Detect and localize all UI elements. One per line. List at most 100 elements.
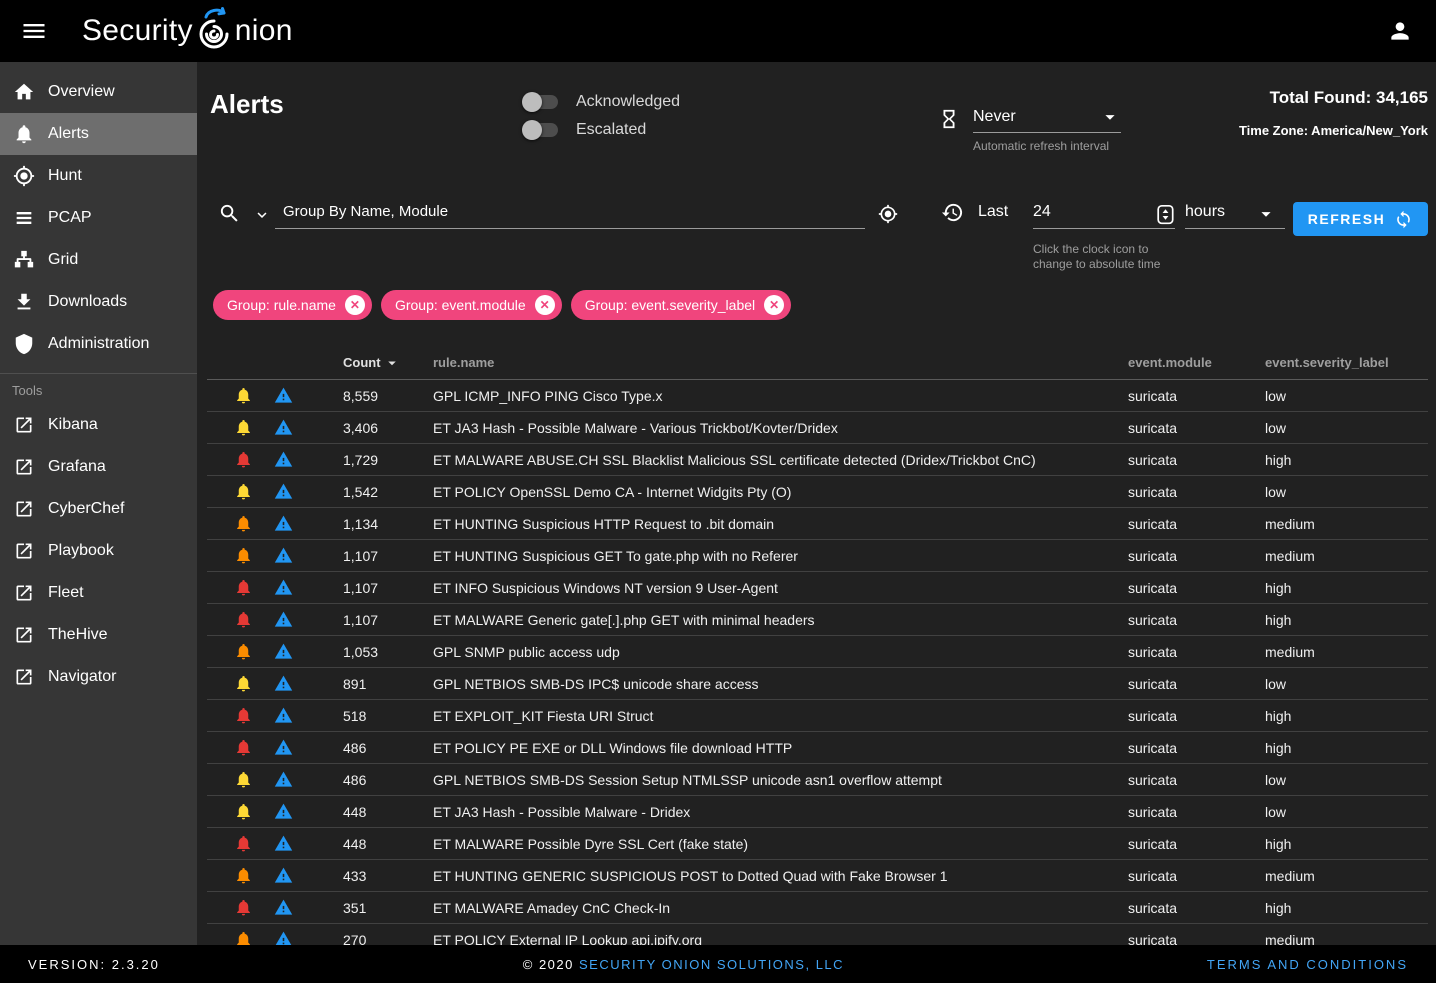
alert-info-icon[interactable] xyxy=(274,866,293,885)
sidebar-item-grid[interactable]: Grid xyxy=(0,239,197,281)
severity-bell-icon[interactable] xyxy=(234,546,253,565)
severity-bell-icon[interactable] xyxy=(234,770,253,789)
refresh-interval-select[interactable]: Never xyxy=(973,106,1121,133)
time-unit-arrow-icon[interactable] xyxy=(1255,203,1277,225)
alert-info-icon[interactable] xyxy=(274,706,293,725)
alert-info-icon[interactable] xyxy=(274,450,293,469)
table-row[interactable]: 433 ET HUNTING GENERIC SUSPICIOUS POST t… xyxy=(207,860,1428,892)
severity-bell-icon[interactable] xyxy=(234,450,253,469)
alert-info-icon[interactable] xyxy=(274,514,293,533)
alert-info-icon[interactable] xyxy=(274,738,293,757)
alert-info-icon[interactable] xyxy=(274,834,293,853)
severity-bell-icon[interactable] xyxy=(234,386,253,405)
severity-bell-icon[interactable] xyxy=(234,930,253,945)
sidebar-tool-playbook[interactable]: Playbook xyxy=(0,530,197,572)
alert-info-icon[interactable] xyxy=(274,802,293,821)
table-row[interactable]: 518 ET EXPLOIT_KIT Fiesta URI Struct sur… xyxy=(207,700,1428,732)
table-row[interactable]: 3,406 ET JA3 Hash - Possible Malware - V… xyxy=(207,412,1428,444)
sidebar-tool-cyberchef[interactable]: CyberChef xyxy=(0,488,197,530)
table-row[interactable]: 270 ET POLICY External IP Lookup api.ipi… xyxy=(207,924,1428,945)
alert-info-icon[interactable] xyxy=(274,642,293,661)
severity-bell-icon[interactable] xyxy=(234,642,253,661)
column-header-count[interactable]: Count xyxy=(343,354,433,372)
severity-bell-icon[interactable] xyxy=(234,578,253,597)
severity-bell-icon[interactable] xyxy=(234,418,253,437)
alert-info-icon[interactable] xyxy=(274,482,293,501)
time-history-icon[interactable] xyxy=(941,201,964,224)
column-header-event-module[interactable]: event.module xyxy=(1128,355,1265,370)
account-button[interactable] xyxy=(1380,11,1420,51)
sidebar-tool-grafana[interactable]: Grafana xyxy=(0,446,197,488)
table-row[interactable]: 486 GPL NETBIOS SMB-DS Session Setup NTM… xyxy=(207,764,1428,796)
sidebar-item-administration[interactable]: Administration xyxy=(0,323,197,365)
acknowledged-toggle[interactable]: Acknowledged xyxy=(522,88,680,116)
group-chip[interactable]: Group: event.severity_label xyxy=(571,290,791,320)
table-row[interactable]: 448 ET MALWARE Possible Dyre SSL Cert (f… xyxy=(207,828,1428,860)
query-target-icon[interactable] xyxy=(878,204,898,224)
alert-info-icon[interactable] xyxy=(274,546,293,565)
search-input[interactable]: Group By Name, Module xyxy=(283,203,448,220)
severity-bell-icon[interactable] xyxy=(234,834,253,853)
menu-button[interactable] xyxy=(13,10,55,52)
alert-info-icon[interactable] xyxy=(274,578,293,597)
sidebar-tool-fleet[interactable]: Fleet xyxy=(0,572,197,614)
sidebar-item-hunt[interactable]: Hunt xyxy=(0,155,197,197)
severity-bell-icon[interactable] xyxy=(234,706,253,725)
table-row[interactable]: 1,053 GPL SNMP public access udp suricat… xyxy=(207,636,1428,668)
sidebar-item-pcap[interactable]: PCAP xyxy=(0,197,197,239)
time-stepper-icon[interactable] xyxy=(1157,204,1174,225)
alert-info-icon[interactable] xyxy=(274,930,293,945)
copyright-link[interactable]: SECURITY ONION SOLUTIONS, LLC xyxy=(579,957,844,972)
escalated-toggle[interactable]: Escalated xyxy=(522,116,680,144)
time-range-input[interactable]: 24 xyxy=(1033,203,1051,221)
table-row[interactable]: 1,134 ET HUNTING Suspicious HTTP Request… xyxy=(207,508,1428,540)
table-row[interactable]: 891 GPL NETBIOS SMB-DS IPC$ unicode shar… xyxy=(207,668,1428,700)
table-row[interactable]: 1,107 ET INFO Suspicious Windows NT vers… xyxy=(207,572,1428,604)
severity-bell-icon[interactable] xyxy=(234,802,253,821)
query-history-dropdown-icon[interactable] xyxy=(253,206,271,224)
toggle-switch-icon[interactable] xyxy=(522,120,559,140)
open-in-new-icon xyxy=(12,665,36,689)
alert-info-icon[interactable] xyxy=(274,770,293,789)
toggle-switch-icon[interactable] xyxy=(522,92,559,112)
table-row[interactable]: 1,107 ET HUNTING Suspicious GET To gate.… xyxy=(207,540,1428,572)
severity-bell-icon[interactable] xyxy=(234,610,253,629)
terms-link[interactable]: TERMS AND CONDITIONS xyxy=(1207,957,1408,972)
sidebar-item-alerts[interactable]: Alerts xyxy=(0,113,197,155)
severity-bell-icon[interactable] xyxy=(234,674,253,693)
alert-info-icon[interactable] xyxy=(274,674,293,693)
sidebar-tool-kibana[interactable]: Kibana xyxy=(0,404,197,446)
cell-severity: medium xyxy=(1265,868,1428,884)
chip-remove-icon[interactable] xyxy=(535,295,555,315)
table-row[interactable]: 448 ET JA3 Hash - Possible Malware - Dri… xyxy=(207,796,1428,828)
table-row[interactable]: 1,542 ET POLICY OpenSSL Demo CA - Intern… xyxy=(207,476,1428,508)
sidebar-tool-navigator[interactable]: Navigator xyxy=(0,656,197,698)
sidebar-item-overview[interactable]: Overview xyxy=(0,71,197,113)
group-chip[interactable]: Group: event.module xyxy=(381,290,562,320)
severity-bell-icon[interactable] xyxy=(234,482,253,501)
severity-bell-icon[interactable] xyxy=(234,514,253,533)
table-row[interactable]: 1,107 ET MALWARE Generic gate[.].php GET… xyxy=(207,604,1428,636)
sidebar-item-downloads[interactable]: Downloads xyxy=(0,281,197,323)
alert-info-icon[interactable] xyxy=(274,898,293,917)
refresh-button[interactable]: REFRESH xyxy=(1293,202,1428,236)
severity-bell-icon[interactable] xyxy=(234,866,253,885)
sidebar-tool-thehive[interactable]: TheHive xyxy=(0,614,197,656)
chip-remove-icon[interactable] xyxy=(764,295,784,315)
alert-info-icon[interactable] xyxy=(274,386,293,405)
time-unit-select[interactable]: hours xyxy=(1185,203,1225,221)
chip-remove-icon[interactable] xyxy=(345,295,365,315)
severity-bell-icon[interactable] xyxy=(234,898,253,917)
table-row[interactable]: 8,559 GPL ICMP_INFO PING Cisco Type.x su… xyxy=(207,380,1428,412)
open-in-new-icon xyxy=(12,623,36,647)
table-row[interactable]: 351 ET MALWARE Amadey CnC Check-In suric… xyxy=(207,892,1428,924)
table-row[interactable]: 486 ET POLICY PE EXE or DLL Windows file… xyxy=(207,732,1428,764)
group-chip[interactable]: Group: rule.name xyxy=(213,290,372,320)
column-header-severity[interactable]: event.severity_label xyxy=(1265,355,1428,370)
alert-info-icon[interactable] xyxy=(274,610,293,629)
severity-bell-icon[interactable] xyxy=(234,738,253,757)
alert-info-icon[interactable] xyxy=(274,418,293,437)
column-header-rule-name[interactable]: rule.name xyxy=(433,355,1128,370)
cell-severity: medium xyxy=(1265,932,1428,946)
table-row[interactable]: 1,729 ET MALWARE ABUSE.CH SSL Blacklist … xyxy=(207,444,1428,476)
